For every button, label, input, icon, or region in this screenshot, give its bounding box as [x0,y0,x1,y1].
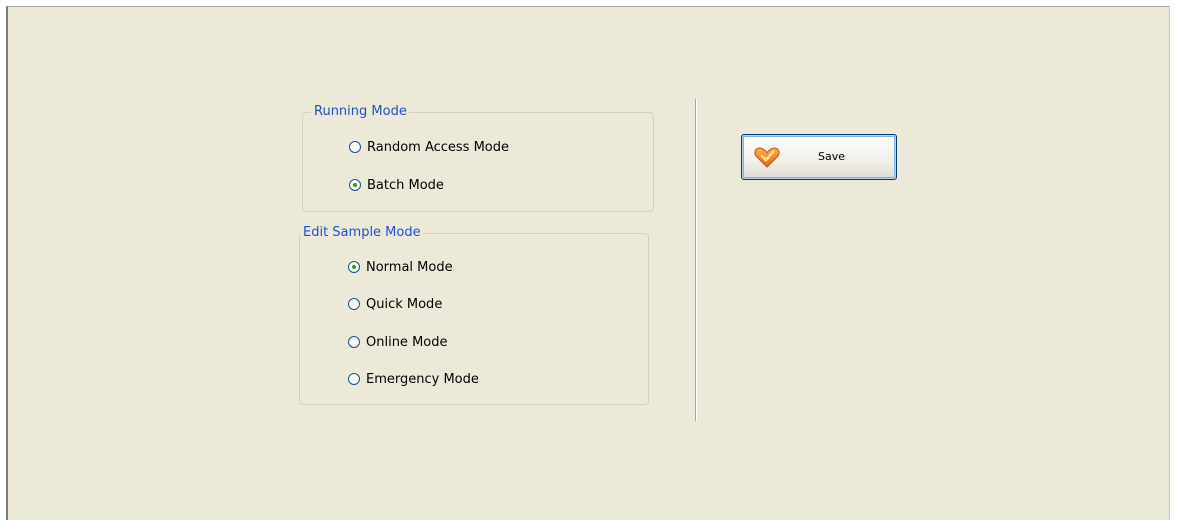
save-button[interactable]: Save [741,134,897,180]
radio-label: Random Access Mode [367,139,510,155]
running-mode-title: Running Mode [311,104,409,120]
radio-random-access-mode[interactable]: Random Access Mode [349,138,509,156]
settings-window: Running Mode Random Access Mode Batch Mo… [6,6,1170,520]
radio-circle-checked-icon[interactable] [349,179,361,191]
vertical-separator [695,99,697,421]
radio-online-mode[interactable]: Online Mode [348,333,448,351]
edit-sample-mode-title: Edit Sample Mode [300,225,423,241]
radio-label: Normal Mode [366,259,453,275]
radio-circle-icon[interactable] [349,141,361,153]
radio-label: Batch Mode [367,177,444,193]
radio-circle-icon[interactable] [348,298,360,310]
radio-circle-icon[interactable] [348,336,360,348]
radio-quick-mode[interactable]: Quick Mode [348,295,442,313]
radio-circle-checked-icon[interactable] [348,261,360,273]
radio-normal-mode[interactable]: Normal Mode [348,258,453,276]
edit-sample-mode-group: Edit Sample Mode Normal Mode Quick Mode … [299,225,649,405]
heart-check-icon [754,146,780,168]
radio-label: Online Mode [366,334,448,350]
radio-emergency-mode[interactable]: Emergency Mode [348,370,479,388]
running-mode-group: Running Mode Random Access Mode Batch Mo… [302,104,654,212]
radio-label: Emergency Mode [366,371,479,387]
save-button-label: Save [818,150,846,163]
radio-circle-icon[interactable] [348,373,360,385]
radio-label: Quick Mode [366,296,443,312]
radio-batch-mode[interactable]: Batch Mode [349,176,444,194]
